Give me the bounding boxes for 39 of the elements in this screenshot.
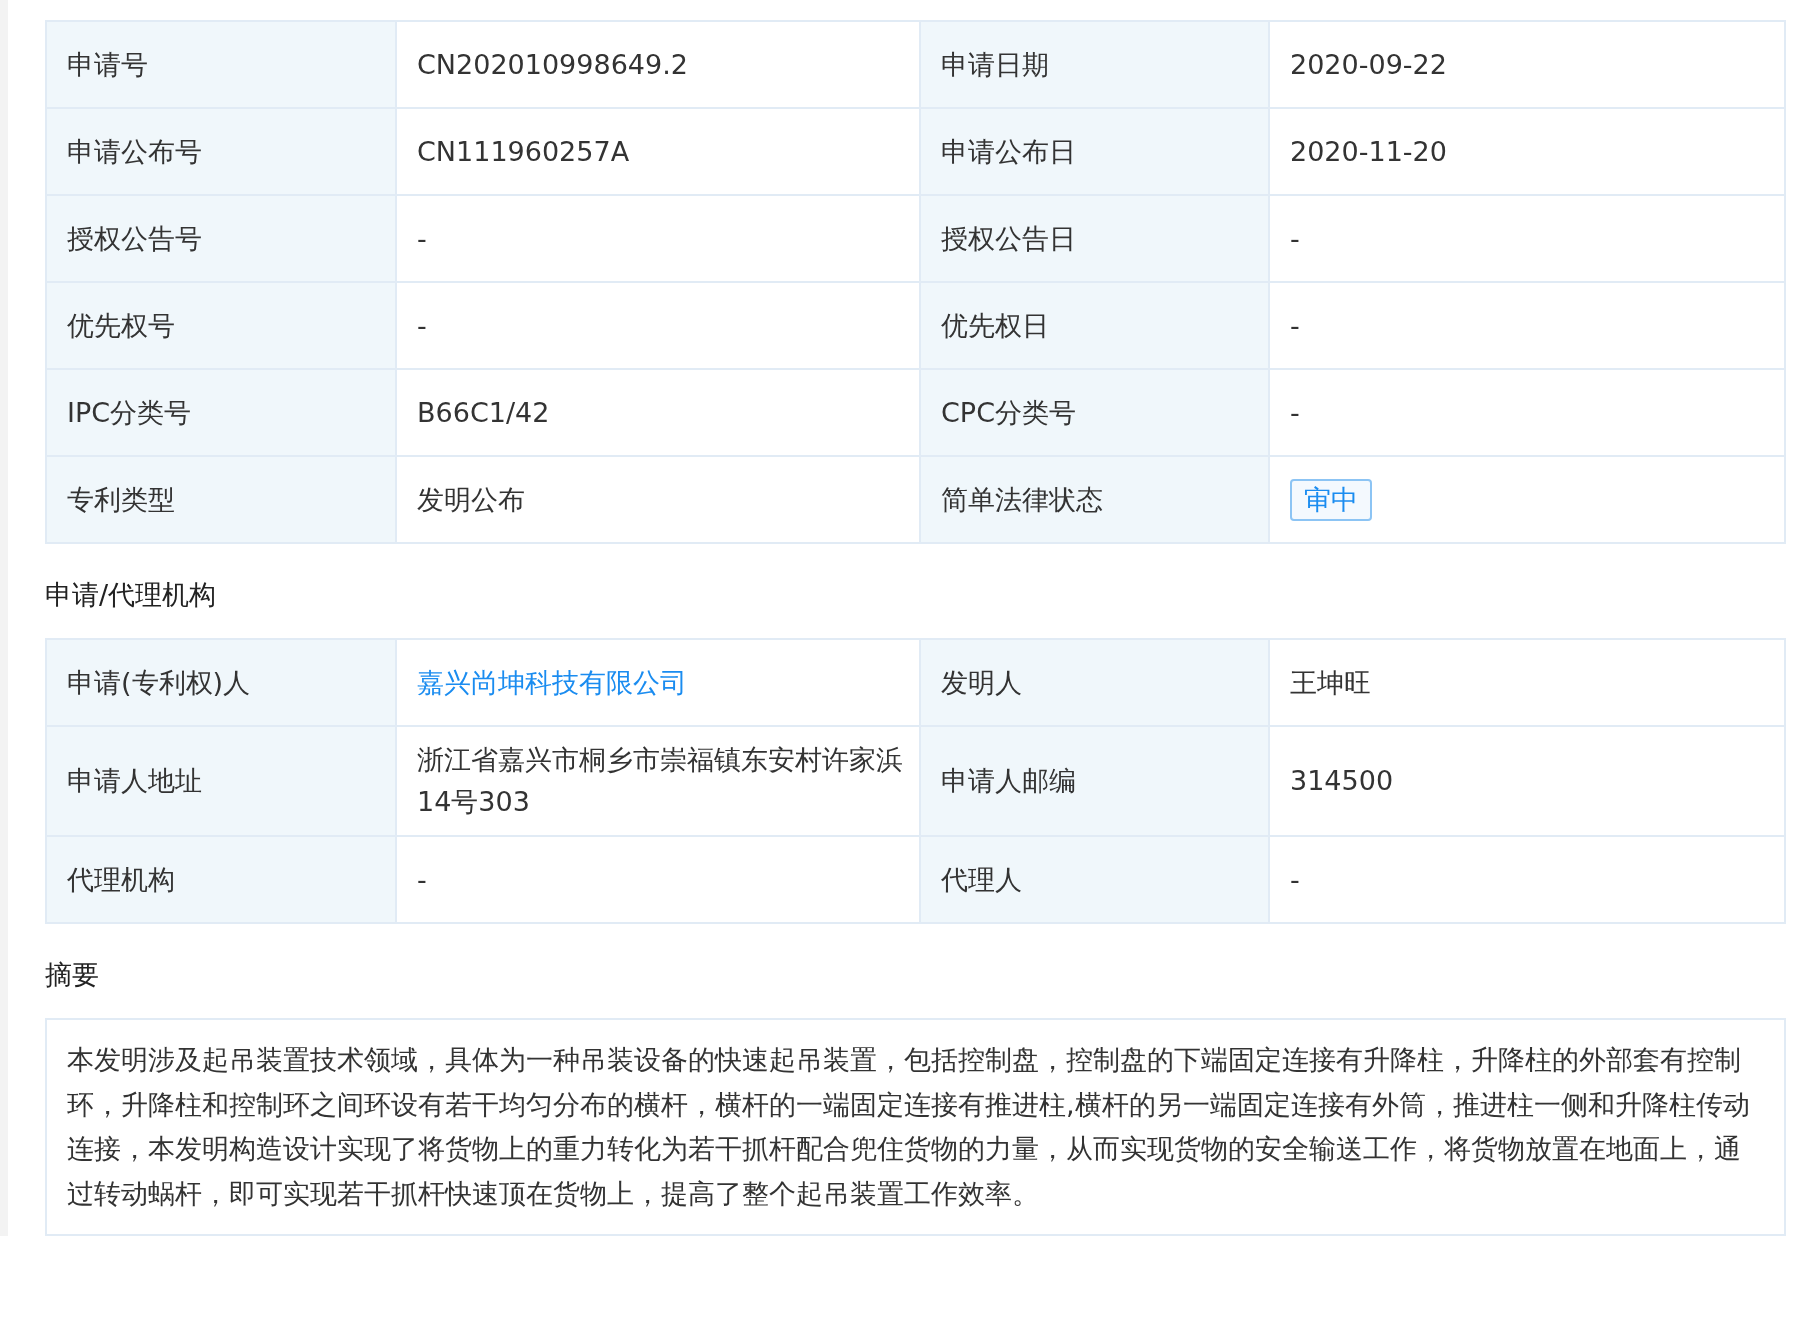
section-title: 摘要 [45,958,100,992]
label-cell: 授权公告号 [47,196,397,283]
label-cell: 专利类型 [47,457,397,544]
label-cell: 申请公布号 [47,109,397,196]
label-cell: 申请人地址 [47,727,397,837]
value-text: 314500 [1290,764,1394,798]
label-cell: 申请日期 [921,22,1270,109]
label-cell: 代理人 [921,837,1270,924]
value-text: - [417,221,427,256]
label-cell: 申请公布日 [921,109,1270,196]
abstract-text: 本发明涉及起吊装置技术领域，具体为一种吊装设备的快速起吊装置，包括控制盘，控制盘的下端固定连接有升降柱，升降柱的外部套有控制环，升降柱和控制环之间环设有若干均匀分布的横杆，横杆的一端固定连接有推进柱,横杆的另一端固定连接有外筒，推进柱一侧和升降柱传动连接，本发明构造设计实现了将货物上的重力转化为若干抓杆配合兜住货物的力量，从而实现货物的安全输送工作，将货物放置在地面上，通过转动蜗杆，即可实现若干抓杆快速顶在货物上，提高了整个起吊装置工作效率。 [45,1018,1786,1236]
section-title: 申请/代理机构 [45,578,218,612]
value-text: 2020-09-22 [1290,47,1447,82]
label-cell: IPC分类号 [47,370,397,457]
label-cell: 申请号 [47,22,397,109]
value-text: 2020-11-20 [1290,134,1447,169]
label-cell: 代理机构 [47,837,397,924]
label-cell: 申请人邮编 [921,727,1270,837]
status-tag: 审中 [1290,478,1372,521]
value-text: - [1290,862,1300,897]
value-text: - [1290,308,1300,343]
value-text: - [417,308,427,343]
label-cell: 授权公告日 [921,196,1270,283]
value-text: CN111960257A [417,134,630,169]
label-cell: 发明人 [921,640,1270,727]
value-text: - [1290,221,1300,256]
value-text: B66C1/42 [417,395,550,430]
value-text: 浙江省嘉兴市桐乡市崇福镇东安村许家浜14号303 [417,743,904,819]
label-cell: 简单法律状态 [921,457,1270,544]
label-cell: 优先权日 [921,283,1270,370]
label-cell: 申请(专利权)人 [47,640,397,727]
value-text: CN202010998649.2 [417,47,688,82]
label-cell: CPC分类号 [921,370,1270,457]
label-cell: 优先权号 [47,283,397,370]
company-link[interactable]: 嘉兴尚坤科技有限公司 [417,661,687,704]
value-text: 王坤旺 [1290,665,1371,700]
value-text: 发明公布 [417,482,525,517]
value-text: - [417,862,427,897]
value-text: - [1290,395,1300,430]
